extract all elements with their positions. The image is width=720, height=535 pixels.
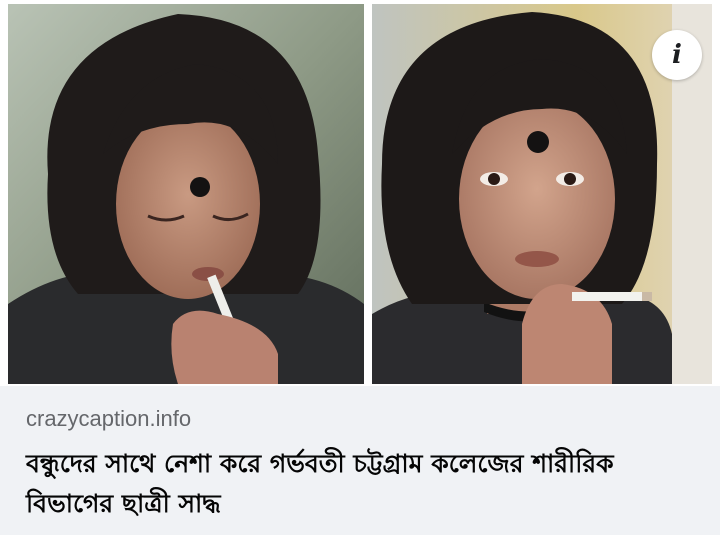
link-preview-card[interactable]: i crazycaption.info বন্ধুদের সাথে নেশা ক… [0, 0, 720, 535]
preview-image[interactable]: i [0, 0, 720, 386]
left-photo [8, 4, 364, 384]
link-domain: crazycaption.info [26, 406, 192, 431]
link-meta[interactable]: crazycaption.info বন্ধুদের সাথে নেশা করে… [0, 386, 720, 535]
info-icon: i [672, 40, 682, 70]
link-headline[interactable]: বন্ধুদের সাথে নেশা করে গর্ভবতী চট্টগ্রাম… [26, 444, 686, 524]
info-button[interactable]: i [652, 30, 702, 80]
